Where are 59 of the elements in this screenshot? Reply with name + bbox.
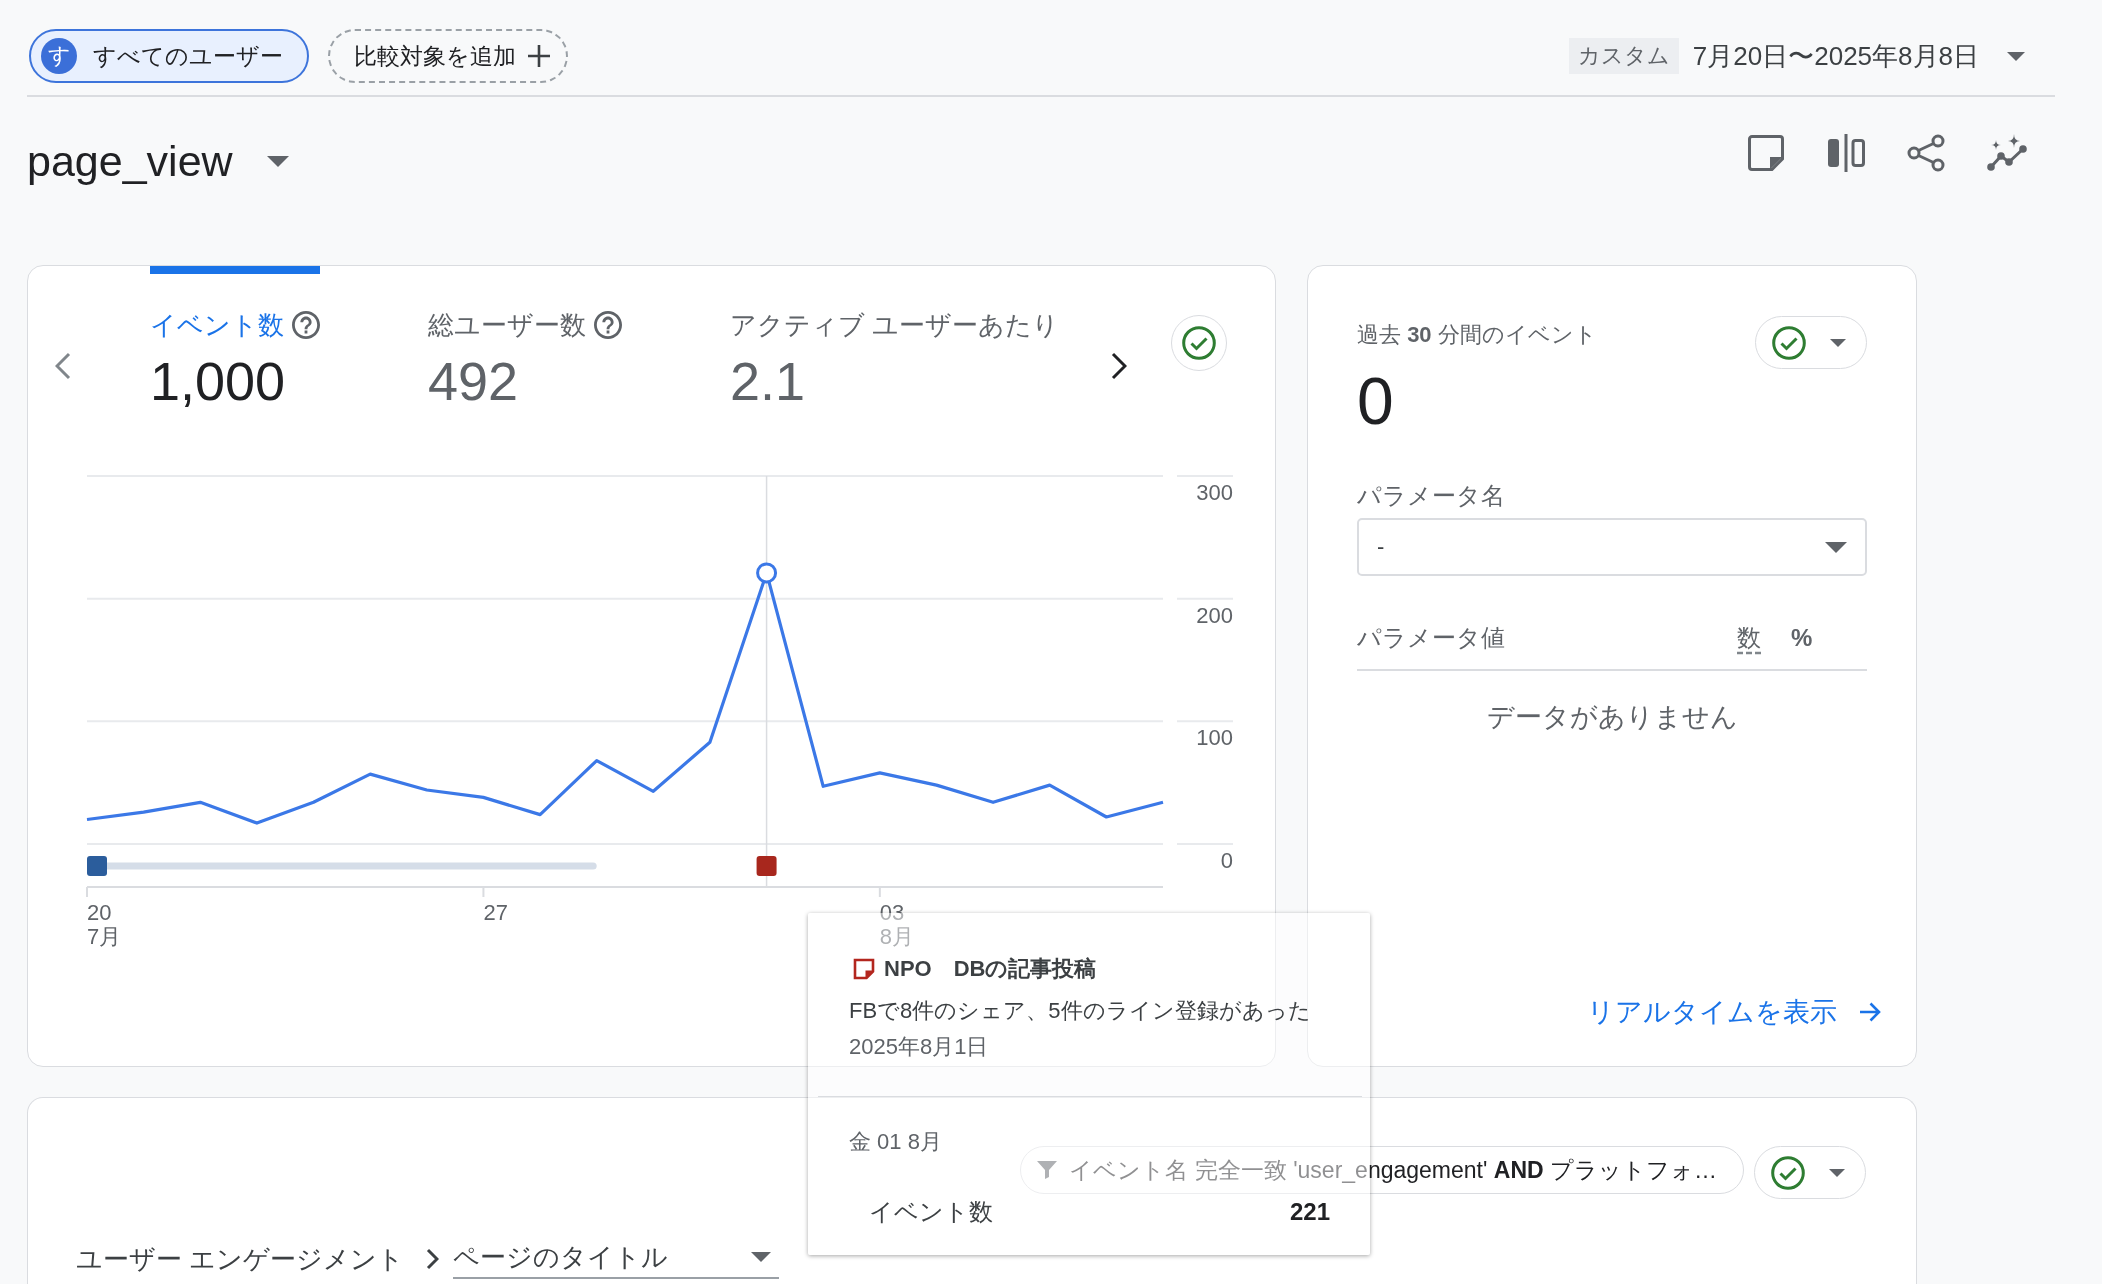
tooltip-metric-value: 221	[1289, 1199, 1330, 1225]
chevron-right-icon	[426, 1248, 440, 1270]
y-axis-label: 0	[1220, 848, 1233, 873]
y-axis-label: 300	[1196, 480, 1233, 505]
date-range-button[interactable]: 7月20日〜2025年8月8日	[1692, 38, 2025, 74]
x-axis-label: 27	[483, 900, 508, 925]
metric-tab[interactable]: イベント数 1,000	[150, 266, 320, 411]
note-icon	[853, 958, 875, 980]
segment-avatar: す	[41, 38, 77, 74]
caret-icon	[2007, 51, 2025, 61]
caret-icon	[1830, 338, 1846, 347]
realtime-value: 0	[1357, 366, 1395, 436]
note-annotation-marker[interactable]	[756, 856, 777, 876]
parameter-select[interactable]: -	[1357, 518, 1867, 576]
realtime-title: 過去 30 分間のイベント	[1357, 321, 1597, 349]
metric-tab[interactable]: アクティブ ユーザーあたり 2.1	[730, 266, 1060, 411]
y-axis-label: 200	[1196, 602, 1233, 628]
sparkle-line-chart-icon[interactable]	[1987, 134, 2027, 172]
x-axis-label: 20 7月	[87, 900, 122, 949]
caret-icon	[1825, 541, 1847, 553]
annotation-date: 2025年8月1日	[849, 1033, 990, 1061]
date-preset-tag: カスタム	[1568, 38, 1679, 74]
dimension-dropdown[interactable]: ページのタイトル	[453, 1239, 780, 1279]
add-comparison-button[interactable]: 比較対象を追加	[328, 29, 568, 83]
x-axis-label: 03 8月	[879, 900, 915, 949]
chevron-right-icon[interactable]	[1111, 352, 1127, 380]
column-header: %	[1791, 623, 1814, 653]
realtime-link[interactable]: リアルタイムを表示	[1587, 994, 1881, 1030]
help-icon[interactable]	[594, 311, 622, 339]
column-header: 数	[1737, 623, 1761, 653]
plus-icon	[528, 45, 550, 67]
annotation-text: FBで8件のシェア、5件のライン登録があった	[849, 997, 1312, 1025]
event-select-button[interactable]: page_view	[27, 136, 289, 186]
y-axis-label: 100	[1196, 725, 1233, 751]
status-button[interactable]	[1171, 315, 1227, 371]
caret-icon	[266, 155, 289, 167]
compare-columns-icon[interactable]	[1827, 134, 1865, 172]
status-menu-button[interactable]	[1754, 1146, 1866, 1199]
help-icon[interactable]	[292, 311, 320, 339]
filter-chip[interactable]: イベント名 完全一致 'user_engagement' AND プラットフォ…	[1020, 1146, 1744, 1194]
caret-icon	[751, 1252, 772, 1262]
caret-icon	[1829, 1168, 1845, 1177]
hover-point-marker	[756, 562, 778, 584]
parameter-label: パラメータ名	[1357, 481, 1506, 511]
share-icon[interactable]	[1907, 134, 1945, 172]
empty-message: データがありません	[1485, 701, 1739, 734]
arrow-right-icon	[1859, 1002, 1881, 1022]
annotation-title: NPO DBの記事投稿	[884, 955, 1097, 983]
range-annotation-marker[interactable]	[87, 856, 107, 876]
tooltip-date: 金 01 8月	[849, 1128, 943, 1156]
chevron-left-icon[interactable]	[55, 352, 71, 380]
column-header: パラメータ値	[1357, 623, 1506, 653]
breadcrumb-section: ユーザー エンゲージメント	[76, 1241, 405, 1277]
filter-icon	[1037, 1161, 1058, 1179]
metric-tab[interactable]: 総ユーザー数 492	[428, 266, 622, 411]
segment-chip[interactable]: す すべてのユーザー	[29, 29, 309, 83]
sticky-note-icon[interactable]	[1747, 134, 1785, 172]
status-menu-button[interactable]	[1755, 316, 1867, 369]
tooltip-metric-label: イベント数	[869, 1199, 993, 1225]
